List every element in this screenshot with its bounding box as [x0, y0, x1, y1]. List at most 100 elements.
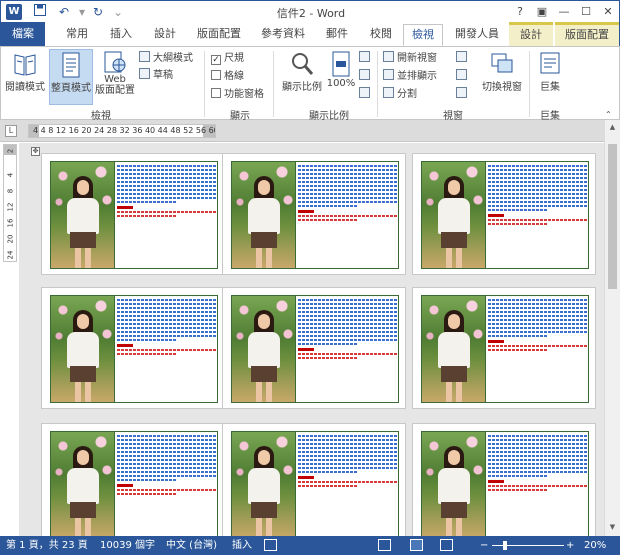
tab-selector[interactable]: L	[5, 125, 17, 137]
word-app-icon[interactable]: W	[6, 4, 22, 20]
tab-layout[interactable]: 版面配置	[189, 24, 249, 46]
page-thumbnail[interactable]	[41, 423, 225, 536]
gridlines-checkbox[interactable]: 格線	[211, 69, 244, 85]
page-width-icon	[359, 87, 370, 98]
synchronous-scrolling-button[interactable]	[456, 69, 470, 85]
redo-icon[interactable]: ↻	[89, 4, 107, 20]
macros-button[interactable]: 巨集	[533, 49, 567, 105]
language-indicator[interactable]: 中文 (台灣)	[166, 536, 217, 555]
table-move-handle-icon[interactable]: ✥	[31, 147, 40, 156]
print-layout-view-icon[interactable]	[410, 539, 423, 551]
letter-table	[421, 431, 589, 536]
vertical-scrollbar[interactable]: ▲ ▼	[604, 120, 620, 536]
macro-record-icon[interactable]	[264, 539, 277, 551]
letter-text-block	[298, 299, 397, 399]
zoom-button[interactable]: 顯示比例	[279, 49, 325, 105]
zoom-level[interactable]: 20%	[584, 536, 606, 555]
scroll-thumb[interactable]	[608, 144, 617, 289]
zoom-slider-thumb[interactable]	[502, 541, 507, 550]
maximize-button[interactable]: ☐	[575, 3, 597, 21]
insert-mode[interactable]: 插入	[232, 536, 252, 555]
ribbon-display-options-button[interactable]: ▣	[531, 3, 553, 21]
page-count[interactable]: 第 1 頁，共 23 頁	[6, 536, 88, 555]
one-page-button[interactable]	[359, 51, 373, 67]
vertical-ruler[interactable]: 2 4 8 12 16 20 24	[3, 144, 17, 262]
letter-text-block	[117, 165, 216, 265]
zoom-100-button[interactable]: 100%	[326, 49, 356, 105]
title-bar: W ↶ ▾ ↻ ⌄ 信件2 - Word ? ▣ — ☐ ✕	[0, 0, 620, 22]
print-layout-button[interactable]: 整頁模式	[49, 49, 93, 105]
page-thumbnail[interactable]	[222, 153, 406, 275]
scroll-down-icon[interactable]: ▼	[605, 520, 620, 534]
word-count[interactable]: 10039 個字	[100, 536, 155, 555]
zoom-label: 顯示比例	[282, 82, 322, 93]
student-photo	[51, 296, 115, 402]
reset-window-position-button[interactable]	[456, 87, 470, 103]
macros-icon	[540, 52, 560, 74]
letter-text-block	[488, 435, 587, 535]
navigation-pane-checkbox[interactable]: 功能窗格	[211, 87, 264, 103]
close-button[interactable]: ✕	[597, 3, 619, 21]
vertical-ruler-tick: 2	[6, 148, 15, 154]
page-thumbnail[interactable]	[222, 287, 406, 409]
draft-button[interactable]: 草稿	[139, 68, 173, 84]
horizontal-ruler[interactable]: 4 4 8 12 16 20 24 28 32 36 40 44 48 52 5…	[28, 124, 216, 138]
group-separator	[204, 51, 205, 117]
tab-file[interactable]: 檔案	[1, 22, 45, 46]
outline-button[interactable]: 大綱模式	[139, 51, 193, 67]
switch-windows-icon	[491, 53, 513, 73]
tab-view[interactable]: 檢視	[403, 24, 443, 46]
undo-icon[interactable]: ↶	[55, 4, 73, 20]
horizontal-ruler-ticks: 4 4 8 12 16 20 24 28 32 36 40 44 48 52 5…	[33, 126, 216, 135]
ruler-checkbox[interactable]: ✓ 尺規	[211, 51, 244, 67]
help-button[interactable]: ?	[509, 3, 531, 21]
switch-windows-button[interactable]: 切換視窗	[477, 49, 527, 105]
tab-review[interactable]: 校閱	[361, 24, 401, 46]
document-canvas[interactable]: ✥	[19, 143, 604, 536]
web-layout-label-1: Web	[104, 74, 126, 85]
vertical-ruler-tick: 12	[6, 202, 15, 212]
status-bar: 第 1 頁，共 23 頁 10039 個字 中文 (台灣) 插入 − + 20%	[0, 536, 620, 555]
save-icon[interactable]	[31, 4, 49, 20]
tab-developer[interactable]: 開發人員	[447, 24, 507, 46]
page-thumbnail[interactable]	[412, 423, 596, 536]
page-thumbnail[interactable]	[41, 153, 225, 275]
one-page-icon	[359, 51, 370, 62]
read-mode-view-icon[interactable]	[378, 539, 391, 551]
multiple-pages-button[interactable]	[359, 69, 373, 85]
page-thumbnail[interactable]	[222, 423, 406, 536]
customize-qat-icon[interactable]: ⌄	[109, 4, 127, 20]
tab-design[interactable]: 設計	[145, 24, 185, 46]
group-separator	[273, 51, 274, 117]
arrange-all-button[interactable]: 並排顯示	[383, 69, 437, 85]
page-width-button[interactable]	[359, 87, 373, 103]
globe-icon	[104, 51, 126, 73]
read-mode-button[interactable]: 閱讀模式	[3, 49, 47, 105]
page-thumbnail[interactable]	[412, 153, 596, 275]
page-thumbnail[interactable]	[41, 287, 225, 409]
tab-home[interactable]: 常用	[57, 24, 97, 46]
tab-table-layout[interactable]: 版面配置	[555, 22, 619, 46]
tab-references[interactable]: 參考資料	[253, 24, 313, 46]
scroll-up-icon[interactable]: ▲	[605, 120, 620, 134]
tab-mailings[interactable]: 郵件	[317, 24, 357, 46]
ruler-label: 尺規	[224, 53, 244, 64]
split-button[interactable]: 分割	[383, 87, 417, 103]
window-title: 信件2 - Word	[276, 7, 346, 20]
zoom-in-button[interactable]: +	[566, 536, 574, 555]
web-layout-button[interactable]: Web 版面配置	[95, 49, 135, 105]
sync-scroll-icon	[456, 69, 467, 80]
minimize-button[interactable]: —	[553, 3, 575, 21]
tab-insert[interactable]: 插入	[101, 24, 141, 46]
letter-table	[421, 161, 589, 269]
web-layout-view-icon[interactable]	[440, 539, 453, 551]
ruler-check-icon: ✓	[211, 55, 221, 65]
tab-table-design[interactable]: 設計	[509, 22, 553, 46]
page-thumbnail[interactable]	[412, 287, 596, 409]
new-window-icon	[383, 51, 394, 62]
view-side-by-side-button[interactable]	[456, 51, 470, 67]
macros-label: 巨集	[540, 82, 560, 93]
new-window-button[interactable]: 開新視窗	[383, 51, 437, 67]
zoom-out-button[interactable]: −	[480, 536, 488, 555]
multiple-pages-icon	[359, 69, 370, 80]
